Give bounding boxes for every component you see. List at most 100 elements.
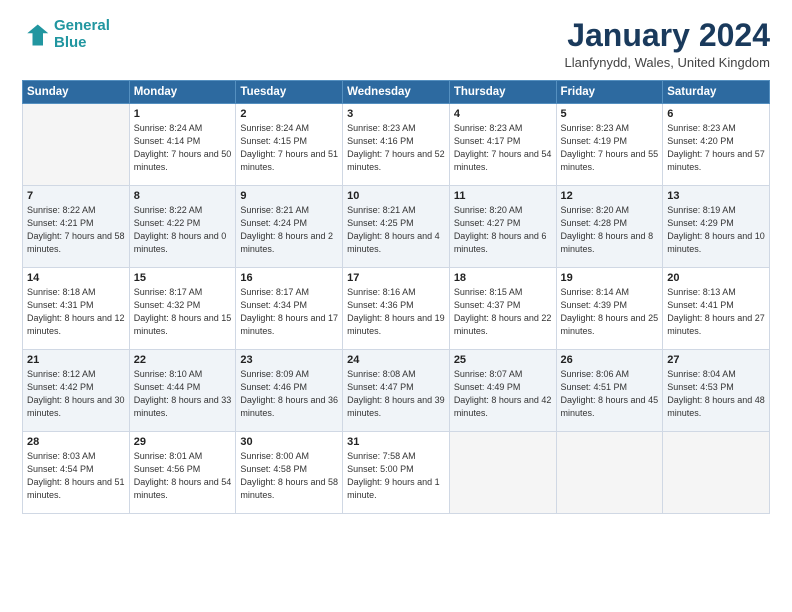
day-number: 12 <box>561 190 659 202</box>
day-number: 25 <box>454 354 552 366</box>
day-info: Sunrise: 8:00 AMSunset: 4:58 PMDaylight:… <box>240 450 338 502</box>
day-number: 27 <box>667 354 765 366</box>
calendar-cell: 23 Sunrise: 8:09 AMSunset: 4:46 PMDayligh… <box>236 350 343 432</box>
day-info: Sunrise: 8:17 AMSunset: 4:34 PMDaylight:… <box>240 286 338 338</box>
col-header-sunday: Sunday <box>23 81 130 104</box>
day-number: 2 <box>240 108 338 120</box>
calendar-cell: 5 Sunrise: 8:23 AMSunset: 4:19 PMDaylight… <box>556 104 663 186</box>
day-info: Sunrise: 8:17 AMSunset: 4:32 PMDaylight:… <box>134 286 232 338</box>
day-number: 20 <box>667 272 765 284</box>
col-header-friday: Friday <box>556 81 663 104</box>
calendar-cell: 11 Sunrise: 8:20 AMSunset: 4:27 PMDayligh… <box>449 186 556 268</box>
day-info: Sunrise: 8:12 AMSunset: 4:42 PMDaylight:… <box>27 368 125 420</box>
calendar-cell: 4Sunrise: 8:23 AMSunset: 4:17 PMDaylight… <box>449 104 556 186</box>
day-number: 11 <box>454 190 552 202</box>
day-number: 10 <box>347 190 445 202</box>
day-info: Sunrise: 8:13 AMSunset: 4:41 PMDaylight:… <box>667 286 765 338</box>
location: Llanfynydd, Wales, United Kingdom <box>565 55 770 70</box>
calendar-cell: 3 Sunrise: 8:23 AMSunset: 4:16 PMDaylight… <box>343 104 450 186</box>
day-info: Sunrise: 8:19 AMSunset: 4:29 PMDaylight:… <box>667 204 765 256</box>
calendar-cell <box>556 432 663 514</box>
day-number: 28 <box>27 436 125 448</box>
logo-line2: Blue <box>54 34 87 51</box>
calendar-cell: 18 Sunrise: 8:15 AMSunset: 4:37 PMDayligh… <box>449 268 556 350</box>
calendar-cell: 7 Sunrise: 8:22 AMSunset: 4:21 PMDaylight… <box>23 186 130 268</box>
day-info: Sunrise: 7:58 AMSunset: 5:00 PMDaylight:… <box>347 450 445 502</box>
day-info: Sunrise: 8:23 AMSunset: 4:19 PMDaylight:… <box>561 122 659 174</box>
calendar-cell: 1 Sunrise: 8:24 AMSunset: 4:14 PMDaylight… <box>129 104 236 186</box>
calendar-cell: 26 Sunrise: 8:06 AMSunset: 4:51 PMDayligh… <box>556 350 663 432</box>
day-info: Sunrise: 8:10 AMSunset: 4:44 PMDaylight:… <box>134 368 232 420</box>
day-number: 22 <box>134 354 232 366</box>
day-info: Sunrise: 8:04 AMSunset: 4:53 PMDaylight:… <box>667 368 765 420</box>
day-info: Sunrise: 8:15 AMSunset: 4:37 PMDaylight:… <box>454 286 552 338</box>
day-number: 6 <box>667 108 765 120</box>
day-info: Sunrise: 8:21 AMSunset: 4:24 PMDaylight:… <box>240 204 338 256</box>
calendar-cell: 31 Sunrise: 7:58 AMSunset: 5:00 PMDayligh… <box>343 432 450 514</box>
calendar-cell: 20 Sunrise: 8:13 AMSunset: 4:41 PMDayligh… <box>663 268 770 350</box>
day-info: Sunrise: 8:20 AMSunset: 4:28 PMDaylight:… <box>561 204 659 256</box>
day-info: Sunrise: 8:07 AMSunset: 4:49 PMDaylight:… <box>454 368 552 420</box>
calendar-cell: 12 Sunrise: 8:20 AMSunset: 4:28 PMDayligh… <box>556 186 663 268</box>
logo: General Blue <box>22 18 110 51</box>
col-header-tuesday: Tuesday <box>236 81 343 104</box>
logo-text: General Blue <box>54 18 110 51</box>
day-info: Sunrise: 8:22 AMSunset: 4:22 PMDaylight:… <box>134 204 232 256</box>
day-info: Sunrise: 8:09 AMSunset: 4:46 PMDaylight:… <box>240 368 338 420</box>
day-number: 5 <box>561 108 659 120</box>
day-info: Sunrise: 8:23 AMSunset: 4:20 PMDaylight:… <box>667 122 765 174</box>
day-number: 31 <box>347 436 445 448</box>
day-info: Sunrise: 8:06 AMSunset: 4:51 PMDaylight:… <box>561 368 659 420</box>
day-info: Sunrise: 8:14 AMSunset: 4:39 PMDaylight:… <box>561 286 659 338</box>
calendar-cell: 28Sunrise: 8:03 AMSunset: 4:54 PMDayligh… <box>23 432 130 514</box>
day-number: 29 <box>134 436 232 448</box>
title-block: January 2024 Llanfynydd, Wales, United K… <box>565 18 770 70</box>
day-info: Sunrise: 8:16 AMSunset: 4:36 PMDaylight:… <box>347 286 445 338</box>
day-number: 8 <box>134 190 232 202</box>
day-info: Sunrise: 8:23 AMSunset: 4:17 PMDaylight:… <box>454 122 552 174</box>
day-info: Sunrise: 8:24 AMSunset: 4:14 PMDaylight:… <box>134 122 232 174</box>
day-info: Sunrise: 8:23 AMSunset: 4:16 PMDaylight:… <box>347 122 445 174</box>
calendar-cell: 14Sunrise: 8:18 AMSunset: 4:31 PMDayligh… <box>23 268 130 350</box>
calendar-cell: 30 Sunrise: 8:00 AMSunset: 4:58 PMDayligh… <box>236 432 343 514</box>
calendar-cell: 8 Sunrise: 8:22 AMSunset: 4:22 PMDaylight… <box>129 186 236 268</box>
calendar-cell <box>449 432 556 514</box>
day-number: 14 <box>27 272 125 284</box>
day-info: Sunrise: 8:21 AMSunset: 4:25 PMDaylight:… <box>347 204 445 256</box>
day-number: 24 <box>347 354 445 366</box>
day-number: 9 <box>240 190 338 202</box>
logo-icon <box>22 21 50 49</box>
calendar-cell: 24 Sunrise: 8:08 AMSunset: 4:47 PMDayligh… <box>343 350 450 432</box>
day-number: 15 <box>134 272 232 284</box>
calendar-cell <box>663 432 770 514</box>
calendar-cell: 13 Sunrise: 8:19 AMSunset: 4:29 PMDayligh… <box>663 186 770 268</box>
col-header-wednesday: Wednesday <box>343 81 450 104</box>
day-number: 3 <box>347 108 445 120</box>
calendar-cell: 22 Sunrise: 8:10 AMSunset: 4:44 PMDayligh… <box>129 350 236 432</box>
calendar-cell: 17Sunrise: 8:16 AMSunset: 4:36 PMDayligh… <box>343 268 450 350</box>
calendar-cell: 16Sunrise: 8:17 AMSunset: 4:34 PMDayligh… <box>236 268 343 350</box>
day-info: Sunrise: 8:01 AMSunset: 4:56 PMDaylight:… <box>134 450 232 502</box>
calendar-cell: 10 Sunrise: 8:21 AMSunset: 4:25 PMDayligh… <box>343 186 450 268</box>
day-number: 7 <box>27 190 125 202</box>
col-header-monday: Monday <box>129 81 236 104</box>
calendar-cell: 2 Sunrise: 8:24 AMSunset: 4:15 PMDaylight… <box>236 104 343 186</box>
day-number: 13 <box>667 190 765 202</box>
day-info: Sunrise: 8:24 AMSunset: 4:15 PMDaylight:… <box>240 122 338 174</box>
col-header-thursday: Thursday <box>449 81 556 104</box>
calendar-cell <box>23 104 130 186</box>
calendar-cell: 15 Sunrise: 8:17 AMSunset: 4:32 PMDayligh… <box>129 268 236 350</box>
day-info: Sunrise: 8:20 AMSunset: 4:27 PMDaylight:… <box>454 204 552 256</box>
day-number: 21 <box>27 354 125 366</box>
col-header-saturday: Saturday <box>663 81 770 104</box>
day-number: 18 <box>454 272 552 284</box>
logo-line1: General <box>54 17 110 34</box>
day-number: 1 <box>134 108 232 120</box>
calendar-cell: 9 Sunrise: 8:21 AMSunset: 4:24 PMDaylight… <box>236 186 343 268</box>
page-header: General Blue January 2024 Llanfynydd, Wa… <box>22 18 770 70</box>
day-info: Sunrise: 8:08 AMSunset: 4:47 PMDaylight:… <box>347 368 445 420</box>
day-number: 23 <box>240 354 338 366</box>
day-number: 30 <box>240 436 338 448</box>
day-number: 26 <box>561 354 659 366</box>
day-info: Sunrise: 8:22 AMSunset: 4:21 PMDaylight:… <box>27 204 125 256</box>
